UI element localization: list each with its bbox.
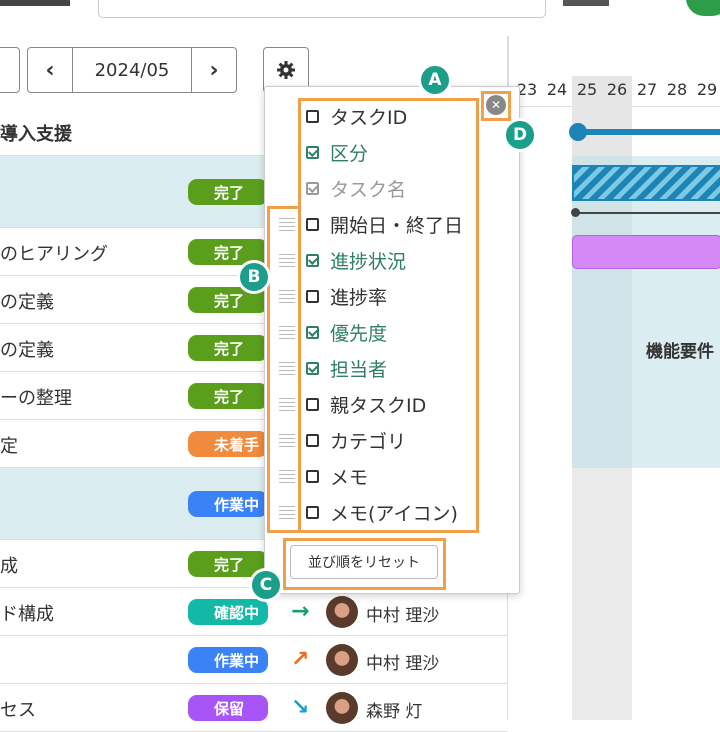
gantt-bar-label: 機能要件 <box>646 342 714 362</box>
highlight-b-drag-handles <box>267 206 301 533</box>
assignee-name: 森野 灯 <box>366 702 423 722</box>
highlight-c-reset <box>283 538 446 590</box>
status-badge[interactable]: 保留 <box>188 695 268 721</box>
status-badge[interactable]: 作業中 <box>188 647 268 673</box>
dependency-line <box>576 212 720 214</box>
gear-icon <box>277 61 295 79</box>
dependency-dot <box>571 208 580 217</box>
gantt-day-label: 24 <box>546 80 568 99</box>
toolbar-left-button[interactable] <box>0 47 20 93</box>
gantt-day-label: 28 <box>666 80 688 99</box>
arrow-down-right-icon: ↘ <box>291 695 310 720</box>
task-row[interactable]: セス 保留 <box>0 684 507 732</box>
assignee-name: 中村 理沙 <box>366 654 440 674</box>
gantt-day-label: 25 <box>576 80 598 99</box>
highlight-d-close <box>481 91 511 121</box>
task-name: のヒアリング <box>0 244 108 265</box>
gantt-day-label: 29 <box>696 80 718 99</box>
top-search-field[interactable] <box>98 0 546 18</box>
assignee-name: 中村 理沙 <box>366 606 440 626</box>
gantt-day-label: 26 <box>606 80 628 99</box>
avatar <box>326 644 358 676</box>
status-badge[interactable]: 完了 <box>188 383 268 409</box>
project-timeline-bar[interactable] <box>576 129 720 135</box>
next-month-button[interactable]: › <box>191 48 236 92</box>
task-name: ド構成 <box>0 604 54 625</box>
gantt-lower-bg <box>632 468 720 720</box>
gantt-day-label: 27 <box>636 80 658 99</box>
gantt-group-background <box>632 156 720 468</box>
task-name: の定義 <box>0 292 54 313</box>
project-title: 導入支援 <box>0 124 72 145</box>
marker-d: D <box>503 118 537 152</box>
top-action-button[interactable] <box>686 0 720 16</box>
status-badge[interactable]: 完了 <box>188 335 268 361</box>
status-badge[interactable]: 確認中 <box>188 599 268 625</box>
top-bar <box>0 0 720 36</box>
task-bar-striped[interactable] <box>572 165 720 201</box>
marker-a: A <box>418 63 452 97</box>
marker-c: C <box>249 568 283 602</box>
prev-month-button[interactable]: ‹ <box>28 48 73 92</box>
avatar <box>326 596 358 628</box>
arrow-up-right-icon: ↗ <box>291 647 310 672</box>
avatar <box>326 692 358 724</box>
current-month: 2024/05 <box>94 59 170 81</box>
top-right-label <box>563 0 609 6</box>
timeline-start-dot[interactable] <box>569 123 587 141</box>
gantt-weekend-group-bg <box>572 156 632 468</box>
task-name: セス <box>0 700 36 721</box>
highlight-a-column-list <box>298 98 479 533</box>
weekend-column-lower <box>572 468 632 720</box>
status-badge[interactable]: 完了 <box>188 179 268 205</box>
task-name: 成 <box>0 556 18 577</box>
month-navigator: ‹ 2024/05 › <box>27 47 237 93</box>
arrow-right-icon: → <box>291 599 310 624</box>
task-name: 定 <box>0 436 18 457</box>
marker-b: B <box>237 260 271 294</box>
task-bar-purple[interactable] <box>572 235 720 269</box>
status-badge[interactable]: 作業中 <box>188 491 268 517</box>
status-badge[interactable]: 未着手 <box>188 431 268 457</box>
top-left-element <box>0 0 70 6</box>
task-name: ーの整理 <box>0 388 72 409</box>
task-name: の定義 <box>0 340 54 361</box>
